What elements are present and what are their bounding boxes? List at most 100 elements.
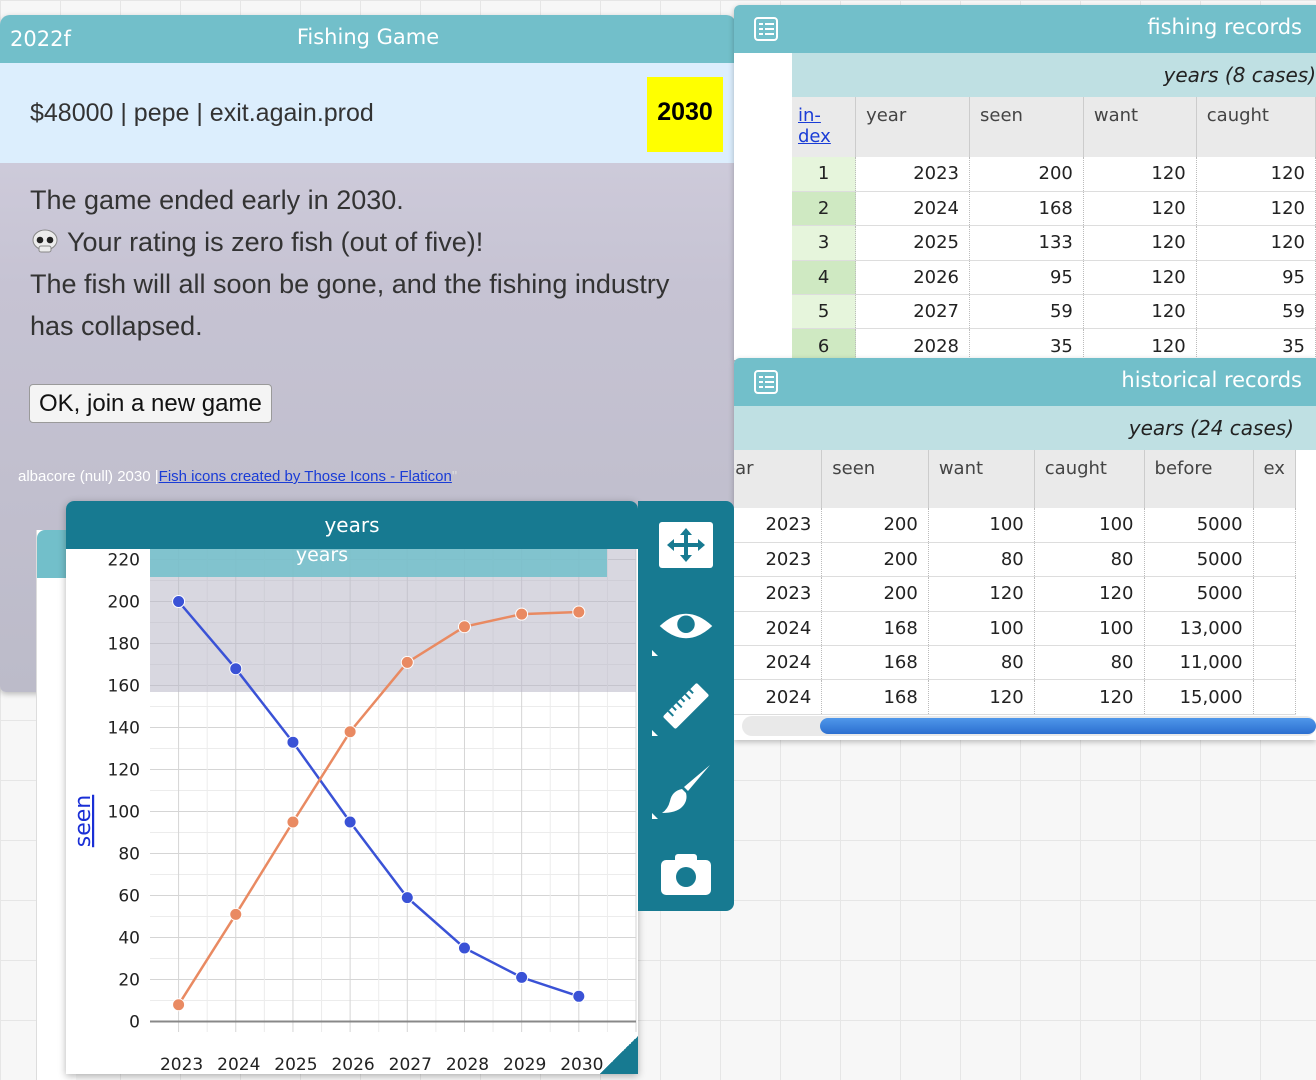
table-cell[interactable]: 120 (1083, 328, 1197, 360)
table-cell[interactable]: 200 (969, 157, 1084, 192)
flaticon-credit-link[interactable]: Fish icons created by Those Icons - Flat… (159, 468, 452, 485)
table-cell[interactable]: 120 (1083, 225, 1197, 261)
table-row[interactable]: 4 2026 95 120 95 (792, 260, 1316, 296)
table-cell[interactable]: 5000 (1144, 576, 1254, 612)
table-cell[interactable]: 2024 (855, 191, 970, 227)
table-cell[interactable]: 100 (1034, 508, 1145, 543)
index-cell[interactable]: 5 (792, 294, 857, 330)
column-header-caught[interactable]: caught (1196, 97, 1316, 157)
table-cell[interactable]: 2024 (734, 645, 823, 681)
table-cell[interactable]: 120 (1196, 191, 1316, 227)
column-header-year[interactable]: year (855, 97, 970, 157)
table-cell[interactable]: 2025 (855, 225, 970, 261)
column-header-seen[interactable]: seen (969, 97, 1084, 157)
table-row[interactable]: 2024 168 80 80 11,000 (734, 645, 1297, 681)
move-tool-button[interactable] (658, 517, 714, 573)
column-header-want[interactable]: want (928, 450, 1035, 508)
table-cell[interactable]: 120 (1034, 576, 1145, 612)
index-cell[interactable]: 3 (792, 225, 857, 261)
index-cell[interactable]: 1 (792, 157, 857, 192)
table-cell[interactable]: 80 (1034, 542, 1145, 578)
table-cell[interactable]: 168 (969, 191, 1084, 227)
table-cell[interactable]: 2023 (734, 576, 823, 612)
table-cell[interactable]: 13,000 (1144, 611, 1254, 647)
table-row[interactable]: 2023 200 80 80 5000 (734, 542, 1297, 578)
table-cell[interactable] (1253, 645, 1297, 681)
column-header-before[interactable]: before (1144, 450, 1254, 508)
table-row[interactable]: 2 2024 168 120 120 (792, 191, 1316, 227)
table-cell[interactable] (1253, 508, 1297, 543)
table-cell[interactable]: 15,000 (1144, 679, 1254, 715)
ruler-tool-button[interactable] (652, 678, 714, 736)
join-new-game-button[interactable]: OK, join a new game (29, 384, 272, 423)
table-cell[interactable]: 35 (1196, 328, 1316, 360)
resize-handle[interactable] (600, 1036, 638, 1074)
table-cell[interactable]: 133 (969, 225, 1084, 261)
table-cell[interactable]: 59 (969, 294, 1084, 330)
historical-records-titlebar[interactable]: historical records (734, 358, 1316, 406)
scrollbar-thumb[interactable] (820, 718, 1316, 734)
table-cell[interactable]: 200 (821, 576, 929, 612)
table-icon[interactable] (754, 17, 778, 41)
table-cell[interactable]: 168 (821, 611, 929, 647)
index-header-text[interactable]: in-dex (798, 105, 831, 147)
column-header-year[interactable]: ear (734, 450, 823, 508)
table-cell[interactable]: 200 (821, 542, 929, 578)
column-header-caught[interactable]: caught (1034, 450, 1145, 508)
graph-titlebar[interactable]: years (66, 501, 638, 549)
table-cell[interactable] (1253, 611, 1297, 647)
table-cell[interactable]: 35 (969, 328, 1084, 360)
brush-tool-button[interactable] (652, 761, 714, 819)
table-cell[interactable]: 120 (1083, 191, 1197, 227)
table-cell[interactable]: 59 (1196, 294, 1316, 330)
index-cell[interactable]: 4 (792, 260, 857, 296)
table-cell[interactable]: 120 (928, 679, 1035, 715)
table-cell[interactable]: 100 (928, 611, 1035, 647)
table-cell[interactable]: 2024 (734, 679, 823, 715)
table-cell[interactable]: 80 (928, 542, 1035, 578)
column-header-want[interactable]: want (1083, 97, 1197, 157)
table-cell[interactable]: 11,000 (1144, 645, 1254, 681)
index-cell[interactable]: 2 (792, 191, 857, 227)
table-cell[interactable]: 2023 (855, 157, 970, 192)
table-cell[interactable]: 2027 (855, 294, 970, 330)
horizontal-scrollbar[interactable] (742, 716, 1316, 736)
table-cell[interactable]: 95 (969, 260, 1084, 296)
table-cell[interactable]: 168 (821, 679, 929, 715)
table-cell[interactable]: 80 (1034, 645, 1145, 681)
table-cell[interactable]: 120 (1083, 260, 1197, 296)
column-header-seen[interactable]: seen (821, 450, 929, 508)
table-row[interactable]: 1 2023 200 120 120 (792, 157, 1316, 192)
table-cell[interactable]: 5000 (1144, 542, 1254, 578)
table-row[interactable]: 6 2028 35 120 35 (792, 328, 1316, 360)
table-row[interactable]: 5 2027 59 120 59 (792, 294, 1316, 330)
fishing-records-titlebar[interactable]: fishing records (734, 5, 1316, 53)
table-cell[interactable]: 168 (821, 645, 929, 681)
table-cell[interactable]: 2024 (734, 611, 823, 647)
table-cell[interactable]: 2026 (855, 260, 970, 296)
table-cell[interactable]: 2023 (734, 508, 823, 543)
table-cell[interactable]: 120 (1083, 294, 1197, 330)
table-cell[interactable]: 100 (1034, 611, 1145, 647)
index-cell[interactable]: 6 (792, 328, 857, 360)
table-cell[interactable]: 120 (1196, 157, 1316, 192)
table-row[interactable]: 3 2025 133 120 120 (792, 225, 1316, 261)
camera-tool-button[interactable] (658, 846, 714, 902)
table-cell[interactable]: 95 (1196, 260, 1316, 296)
column-header-extra[interactable]: ex (1253, 450, 1297, 508)
table-row[interactable]: 2023 200 120 120 5000 (734, 576, 1297, 612)
column-header-index[interactable]: in-dex (792, 97, 857, 157)
table-cell[interactable] (1253, 576, 1297, 612)
hide-show-tool-button[interactable] (652, 598, 714, 656)
table-row[interactable]: 2024 168 120 120 15,000 (734, 679, 1297, 715)
table-cell[interactable]: 5000 (1144, 508, 1254, 543)
table-cell[interactable] (1253, 679, 1297, 715)
table-cell[interactable]: 2023 (734, 542, 823, 578)
table-row[interactable]: 2023 200 100 100 5000 (734, 508, 1297, 543)
table-cell[interactable]: 120 (1196, 225, 1316, 261)
table-cell[interactable]: 200 (821, 508, 929, 543)
table-row[interactable]: 2024 168 100 100 13,000 (734, 611, 1297, 647)
table-cell[interactable]: 120 (1083, 157, 1197, 192)
table-cell[interactable]: 80 (928, 645, 1035, 681)
table-cell[interactable]: 120 (1034, 679, 1145, 715)
